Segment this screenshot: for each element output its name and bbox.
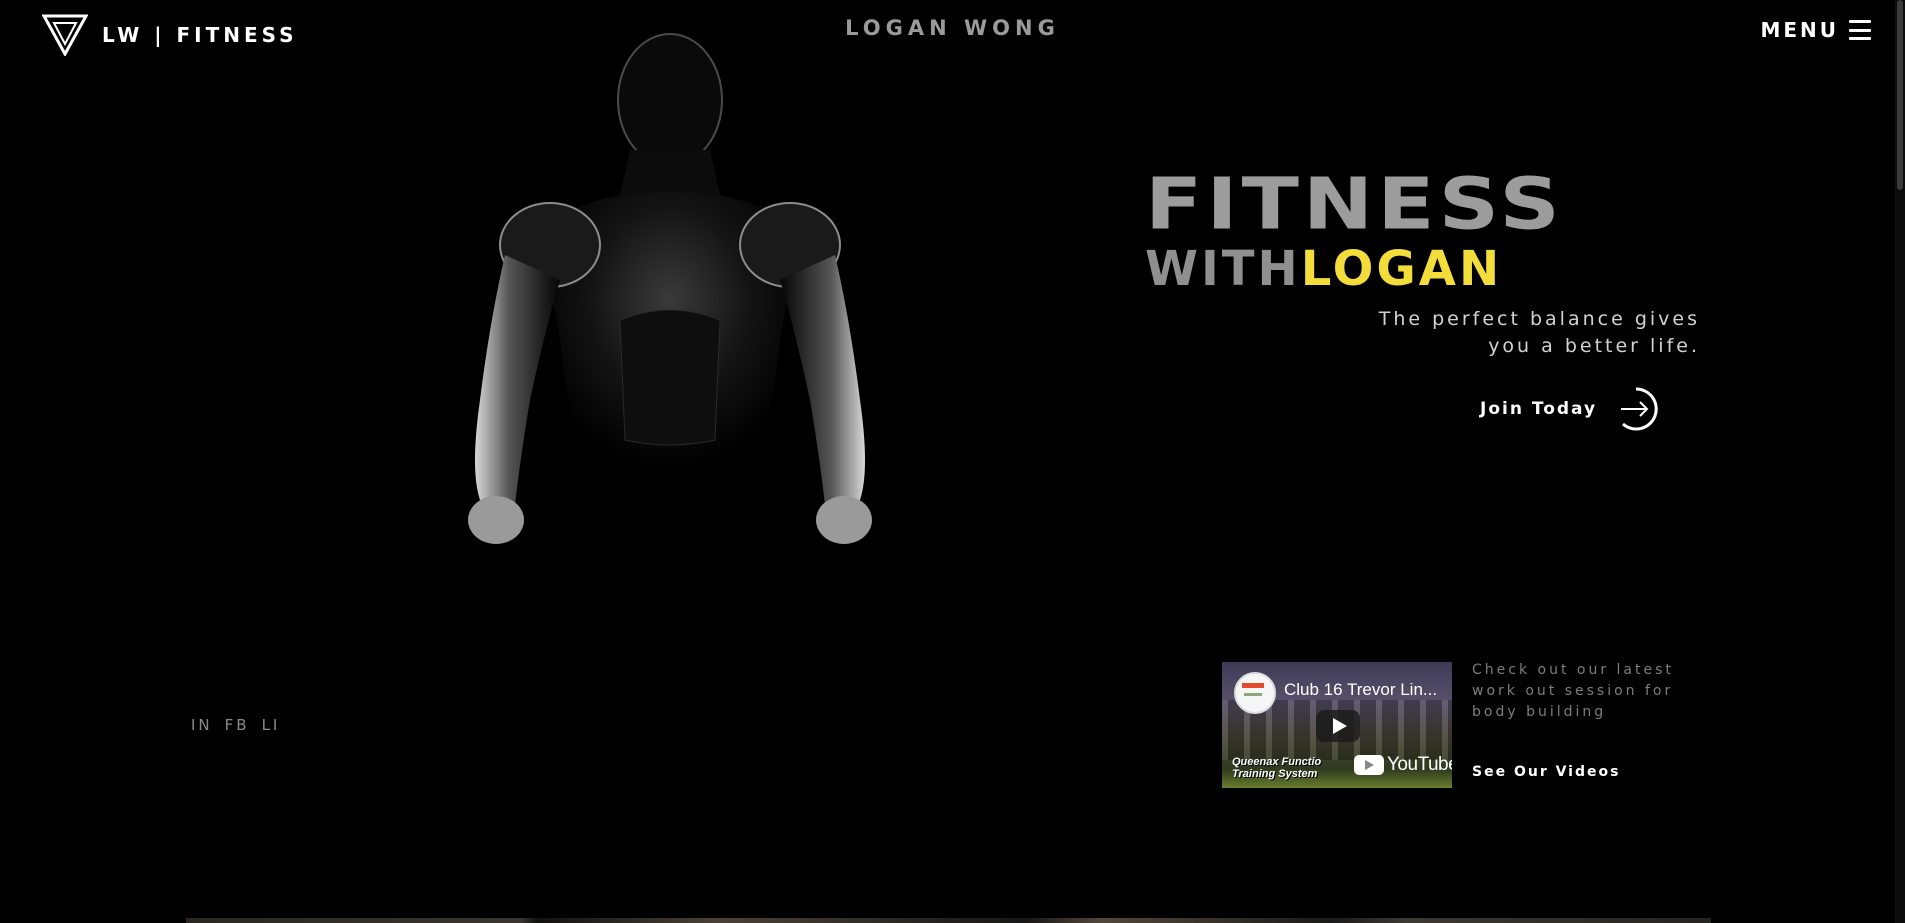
bodybuilder-silhouette-image: [468, 33, 872, 544]
site-owner-name: LOGAN WONG: [845, 16, 1060, 40]
landing-page: LW | FITNESS LOGAN WONG MENU FITNESS WIT…: [0, 0, 1905, 923]
menu-button[interactable]: MENU: [1760, 18, 1871, 42]
headline-with-logan: WITHLOGAN: [1145, 244, 1705, 294]
headline-logan: LOGAN: [1300, 241, 1503, 297]
hero-headline: FITNESS WITHLOGAN: [1145, 168, 1705, 294]
join-today-label: Join Today: [1480, 399, 1598, 419]
video-description: Check out our latest work out session fo…: [1472, 662, 1674, 720]
video-title: Club 16 Trevor Lin...: [1284, 680, 1438, 699]
overlay-line-1: Queenax Functio: [1232, 756, 1322, 768]
gallery-strip: [186, 918, 1711, 923]
overlay-line-2: Training System: [1232, 768, 1318, 780]
arrow-right-circle-icon: [1621, 387, 1658, 431]
tagline-line-2: you a better life.: [1488, 335, 1700, 357]
play-icon[interactable]: [1316, 710, 1360, 742]
youtube-wordmark: YouTube: [1387, 754, 1452, 775]
headline-with: WITH: [1145, 241, 1301, 297]
site-header: LW | FITNESS LOGAN WONG MENU: [0, 0, 1905, 70]
youtube-icon: [1354, 755, 1384, 775]
youtube-video-embed[interactable]: Club 16 Trevor Lin... Queenax Functio Tr…: [1222, 662, 1452, 788]
social-link-instagram[interactable]: IN: [191, 716, 213, 734]
headline-fitness: FITNESS: [1145, 162, 1564, 246]
social-link-facebook[interactable]: FB: [225, 716, 250, 734]
hero-tagline: The perfect balance gives you a better l…: [1250, 306, 1700, 360]
channel-avatar-icon: [1234, 672, 1276, 714]
hamburger-icon: [1849, 20, 1871, 40]
youtube-logo: YouTube: [1354, 754, 1452, 776]
tagline-line-1: The perfect balance gives: [1378, 308, 1700, 330]
video-overlay-text: Queenax Functio Training System: [1232, 756, 1321, 780]
social-link-linkedin[interactable]: LI: [262, 716, 281, 734]
join-today-button[interactable]: Join Today: [1480, 386, 1659, 432]
menu-label: MENU: [1760, 18, 1839, 42]
see-our-videos-link[interactable]: See Our Videos: [1472, 764, 1620, 780]
social-links: IN FB LI: [191, 716, 280, 734]
page-scrollbar[interactable]: [1895, 0, 1905, 923]
scrollbar-thumb[interactable]: [1897, 0, 1903, 190]
